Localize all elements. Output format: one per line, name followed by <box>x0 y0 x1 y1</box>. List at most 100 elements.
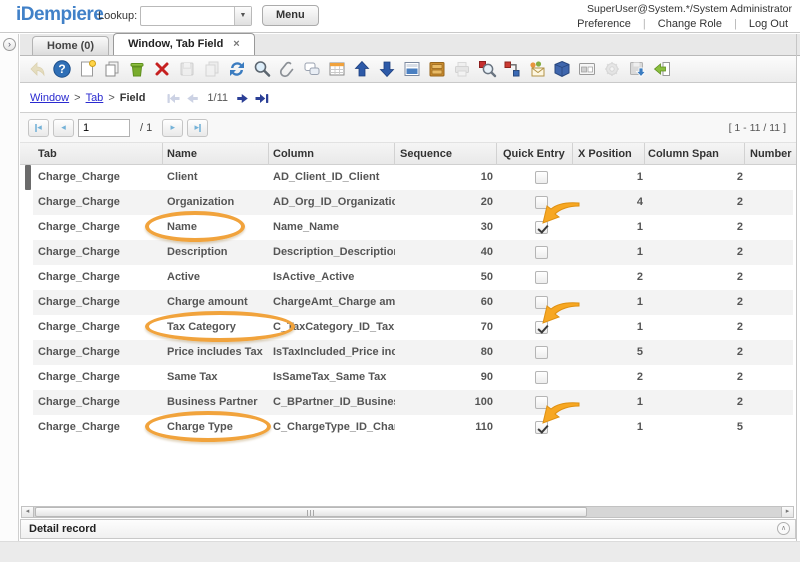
cell-name: Active <box>167 265 267 290</box>
column-header-column[interactable]: Column <box>273 143 314 165</box>
dropdown-arrow-icon[interactable]: ▼ <box>234 7 251 25</box>
parent-record-icon[interactable] <box>352 59 372 79</box>
scroll-left-icon[interactable]: ◂ <box>22 507 34 517</box>
cell-name: Charge amount <box>167 290 267 315</box>
cell-sequence: 80 <box>373 340 493 365</box>
column-header-number[interactable]: Number <box>750 143 792 165</box>
cell-sequence: 50 <box>373 265 493 290</box>
delete-record-icon[interactable] <box>152 59 172 79</box>
paging-last-button[interactable]: ▸ <box>187 119 208 137</box>
scrollbar-thumb[interactable] <box>35 507 587 517</box>
quick-entry-checkbox[interactable] <box>535 346 548 359</box>
table-row[interactable]: Charge_ChargeActiveIsActive_Active5022 <box>33 265 793 290</box>
breadcrumb-link-tab[interactable]: Tab <box>86 92 104 104</box>
window-size-icon[interactable] <box>577 59 597 79</box>
breadcrumb-link-window[interactable]: Window <box>30 92 69 104</box>
expand-panel-icon[interactable]: › <box>3 38 16 51</box>
cell-name: Business Partner <box>167 390 267 415</box>
logout-link[interactable]: Log Out <box>745 18 792 30</box>
table-row[interactable]: Charge_ChargeDescriptionDescription_Desc… <box>33 240 793 265</box>
refresh-icon[interactable] <box>227 59 247 79</box>
table-row[interactable]: Charge_ChargeSame TaxIsSameTax_Same Tax9… <box>33 365 793 390</box>
user-info: SuperUser@System.*/System Administrator <box>587 3 792 15</box>
product-info-icon[interactable] <box>552 59 572 79</box>
new-record-icon[interactable] <box>77 59 97 79</box>
tab-strip: Home (0) Window, Tab Field× <box>20 34 800 56</box>
preference-link[interactable]: Preference <box>573 18 635 30</box>
column-header-sequence[interactable]: Sequence <box>400 143 452 165</box>
close-icon[interactable]: × <box>233 38 239 50</box>
table-row[interactable]: Charge_ChargeBusiness PartnerC_BPartner_… <box>33 390 793 415</box>
cell-number <box>748 265 793 290</box>
detail-record-panel-header[interactable]: Detail record ∧ <box>20 519 796 539</box>
cell-quick-entry <box>503 265 581 290</box>
quick-entry-checkbox[interactable] <box>535 371 548 384</box>
table-row[interactable]: Charge_ChargeNameName_Name3012 <box>33 215 793 240</box>
cell-quick-entry <box>503 415 581 440</box>
quick-entry-checkbox[interactable] <box>535 271 548 284</box>
help-icon[interactable]: ? <box>52 59 72 79</box>
quick-entry-checkbox[interactable] <box>535 246 548 259</box>
menu-button[interactable]: Menu <box>262 5 319 26</box>
cell-name: Tax Category <box>167 315 267 340</box>
export-icon[interactable] <box>627 59 647 79</box>
archive-icon[interactable] <box>427 59 447 79</box>
table-row[interactable]: Charge_ChargeCharge amountChargeAmt_Char… <box>33 290 793 315</box>
quick-entry-checkbox[interactable] <box>535 171 548 184</box>
change-role-link[interactable]: Change Role <box>654 18 726 30</box>
grid-toggle-icon[interactable] <box>327 59 347 79</box>
quick-entry-checkbox[interactable] <box>535 296 548 309</box>
page-number-input[interactable] <box>78 119 130 137</box>
chat-icon[interactable] <box>302 59 322 79</box>
last-record-icon[interactable] <box>254 91 269 106</box>
tab-window-tab-field[interactable]: Window, Tab Field× <box>113 33 255 55</box>
copy-record-icon[interactable] <box>102 59 122 79</box>
recycle-bin-icon[interactable] <box>127 59 147 79</box>
table-row[interactable]: Charge_ChargePrice includes TaxIsTaxIncl… <box>33 340 793 365</box>
paging-next-button[interactable]: ▸ <box>162 119 183 137</box>
collapse-panel-icon[interactable]: ∧ <box>777 522 790 535</box>
table-row[interactable]: Charge_ChargeCharge TypeC_ChargeType_ID_… <box>33 415 793 440</box>
paging-previous-button[interactable]: ◂ <box>53 119 74 137</box>
cell-x-position: 1 <box>583 390 643 415</box>
column-header-column-span[interactable]: Column Span <box>648 143 719 165</box>
requests-icon[interactable] <box>527 59 547 79</box>
cell-tab: Charge_Charge <box>38 340 162 365</box>
lookup-input[interactable] <box>143 8 233 24</box>
column-header-x-position[interactable]: X Position <box>578 143 632 165</box>
column-separator <box>744 143 745 165</box>
report-icon[interactable] <box>402 59 422 79</box>
column-header-quick-entry[interactable]: Quick Entry <box>503 143 565 165</box>
scroll-right-icon[interactable]: ▸ <box>781 507 793 517</box>
detail-record-icon[interactable] <box>377 59 397 79</box>
quick-entry-checkbox[interactable] <box>535 421 548 434</box>
cell-number <box>748 415 793 440</box>
paging-first-button[interactable]: ◂ <box>28 119 49 137</box>
attachment-icon[interactable] <box>277 59 297 79</box>
idempiere-logo: iDempiere <box>16 4 103 26</box>
quick-entry-checkbox[interactable] <box>535 221 548 234</box>
next-record-icon[interactable] <box>235 91 250 106</box>
table-row[interactable]: Charge_ChargeTax CategoryC_TaxCategory_I… <box>33 315 793 340</box>
paging-prev-glyph: ◂ <box>61 122 66 133</box>
column-header-name[interactable]: Name <box>167 143 197 165</box>
cell-tab: Charge_Charge <box>38 290 162 315</box>
cell-x-position: 1 <box>583 215 643 240</box>
cell-sequence: 30 <box>373 215 493 240</box>
west-collapsed-panel: › <box>0 34 19 541</box>
horizontal-scrollbar[interactable]: ◂ ▸ <box>21 506 794 518</box>
quick-entry-checkbox[interactable] <box>535 321 548 334</box>
lookup-combobox[interactable]: ▼ <box>140 6 252 26</box>
paging-bar-glyph <box>199 124 201 132</box>
table-row[interactable]: Charge_ChargeOrganizationAD_Org_ID_Organ… <box>33 190 793 215</box>
table-row[interactable]: Charge_ChargeClientAD_Client_ID_Client10… <box>33 165 793 190</box>
column-header-tab[interactable]: Tab <box>38 143 57 165</box>
print-preview-icon[interactable] <box>477 59 497 79</box>
end-window-icon[interactable] <box>652 59 672 79</box>
workflow-icon[interactable] <box>502 59 522 79</box>
quick-entry-checkbox[interactable] <box>535 396 548 409</box>
find-record-icon[interactable] <box>252 59 272 79</box>
cell-quick-entry <box>503 165 581 190</box>
tab-home[interactable]: Home (0) <box>32 36 109 55</box>
quick-entry-checkbox[interactable] <box>535 196 548 209</box>
